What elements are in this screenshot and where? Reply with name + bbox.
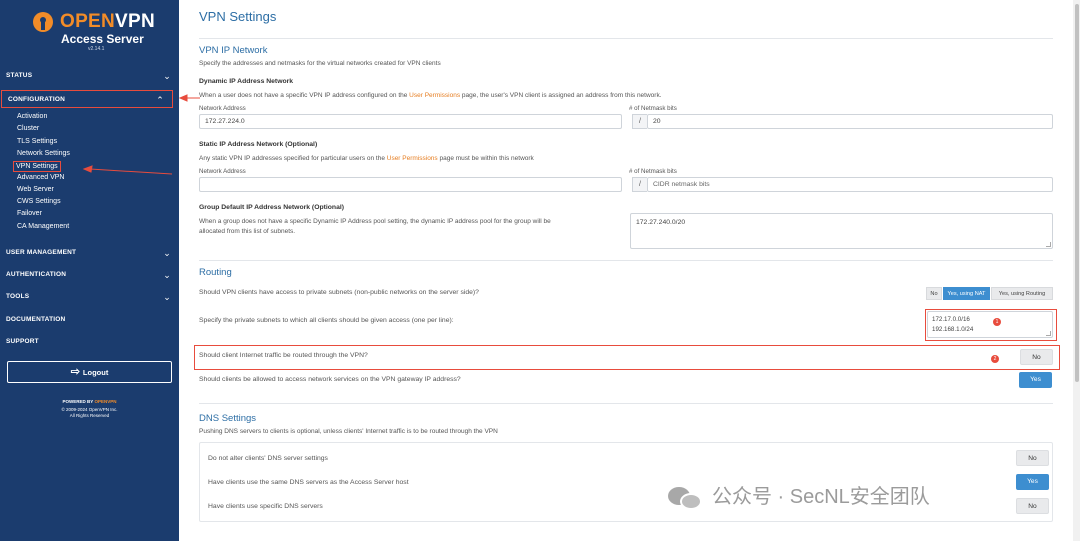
dns-option-3-label: Have clients use specific DNS servers xyxy=(208,503,323,510)
group-network-desc-1: When a group does not have a specific Dy… xyxy=(199,218,551,225)
dns-option-1-label: Do not alter clients' DNS server setting… xyxy=(208,455,328,462)
dns-option-3-toggle[interactable]: No xyxy=(1016,498,1049,514)
main-content: VPN Settings VPN IP Network Specify the … xyxy=(179,0,1080,541)
dynamic-network-address-input[interactable]: 172.27.224.0 xyxy=(199,114,622,129)
resize-grip-icon[interactable] xyxy=(1046,242,1051,247)
annotation-badge-2: 2 xyxy=(991,355,999,363)
group-network-title: Group Default IP Address Network (Option… xyxy=(199,204,345,211)
static-network-title: Static IP Address Network (Optional) xyxy=(199,141,318,148)
netmask-label: # of Netmask bits xyxy=(629,105,677,112)
dns-option-2-label: Have clients use the same DNS servers as… xyxy=(208,479,409,486)
subnet-line-2: 192.168.1.0/24 xyxy=(932,326,974,333)
subnet-line-1: 172.17.0.0/16 xyxy=(932,316,970,323)
group-network-desc-2: allocated from this list of subnets. xyxy=(199,228,296,235)
wechat-icon xyxy=(668,485,704,511)
watermark-text: 公众号 · SecNL安全团队 xyxy=(712,486,930,508)
dynamic-netmask-input[interactable]: 20 xyxy=(647,114,1053,129)
user-permissions-link[interactable]: User Permissions xyxy=(387,155,438,162)
resize-grip-icon[interactable] xyxy=(1046,331,1051,336)
dns-description: Pushing DNS servers to clients is option… xyxy=(199,428,498,435)
private-access-question: Should VPN clients have access to privat… xyxy=(199,289,479,296)
section-dns-settings: DNS Settings xyxy=(199,413,257,424)
group-network-textarea[interactable]: 172.27.240.0/20 xyxy=(630,213,1053,249)
routing-option-no[interactable]: No xyxy=(926,287,942,300)
page-title: VPN Settings xyxy=(199,9,277,24)
dns-option-1-toggle[interactable]: No xyxy=(1016,450,1049,466)
netmask-label: # of Netmask bits xyxy=(629,168,677,175)
section-routing: Routing xyxy=(199,267,232,278)
dynamic-network-title: Dynamic IP Address Network xyxy=(199,78,294,85)
section-description: Specify the addresses and netmasks for t… xyxy=(199,60,441,67)
internet-routing-question: Should client Internet traffic be routed… xyxy=(199,352,368,359)
internet-routing-toggle[interactable]: No xyxy=(1020,349,1053,365)
dynamic-network-desc: When a user does not have a specific VPN… xyxy=(199,92,662,99)
gateway-access-toggle[interactable]: Yes xyxy=(1019,372,1052,388)
user-permissions-link[interactable]: User Permissions xyxy=(409,92,460,99)
private-subnets-textarea[interactable]: 172.17.0.0/16 192.168.1.0/24 xyxy=(927,311,1053,338)
network-address-label: Network Address xyxy=(199,168,246,175)
subnets-question: Specify the private subnets to which all… xyxy=(199,317,454,324)
scrollbar-thumb[interactable] xyxy=(1075,4,1079,382)
annotation-badge-1: 1 xyxy=(993,318,1001,326)
routing-option-routing[interactable]: Yes, using Routing xyxy=(991,287,1053,300)
watermark: 公众号 · SecNL安全团队 xyxy=(668,480,930,514)
gateway-access-question: Should clients be allowed to access netw… xyxy=(199,376,461,383)
network-address-label: Network Address xyxy=(199,105,246,112)
static-netmask-input[interactable]: CIDR netmask bits xyxy=(647,177,1053,192)
routing-option-nat[interactable]: Yes, using NAT xyxy=(943,287,990,300)
section-vpn-ip-network: VPN IP Network xyxy=(199,45,268,56)
static-network-desc: Any static VPN IP addresses specified fo… xyxy=(199,155,534,162)
static-network-address-input[interactable] xyxy=(199,177,622,192)
divider xyxy=(199,403,1053,404)
dns-option-2-toggle[interactable]: Yes xyxy=(1016,474,1049,490)
divider xyxy=(199,38,1053,39)
slash-label: / xyxy=(632,114,647,129)
divider xyxy=(199,260,1053,261)
slash-label: / xyxy=(632,177,647,192)
